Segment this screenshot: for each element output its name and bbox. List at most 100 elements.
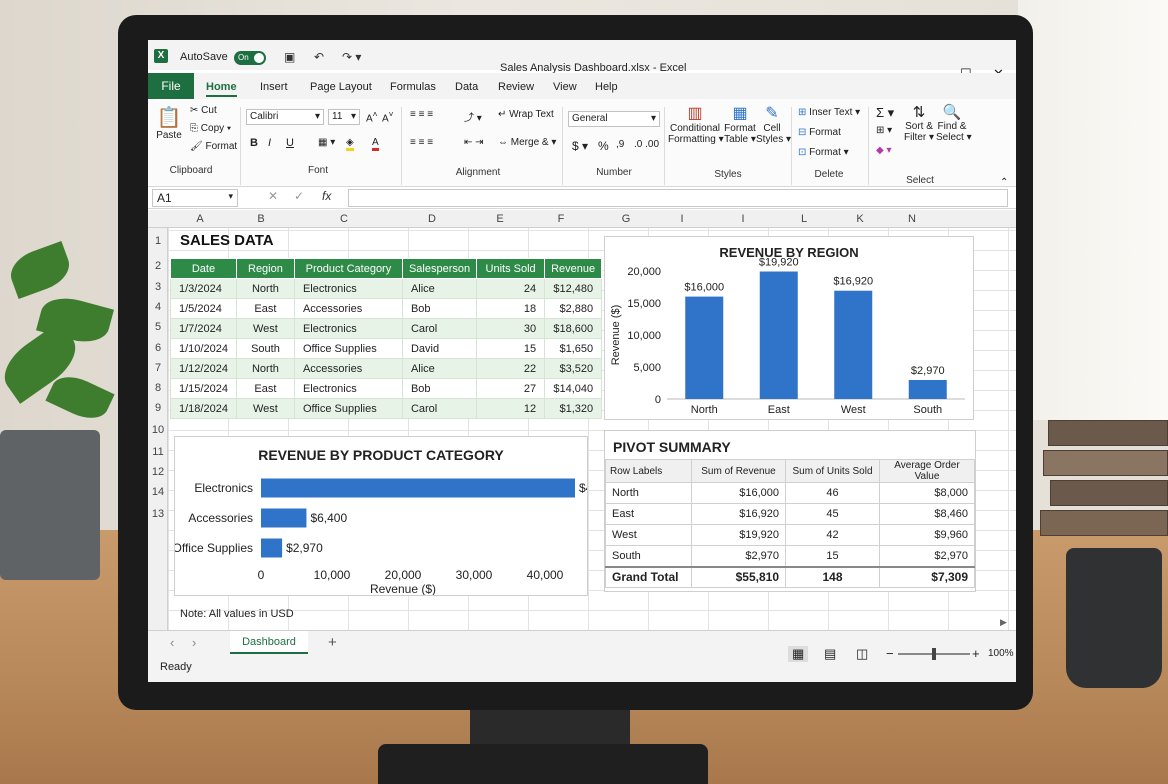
italic-button[interactable]: I xyxy=(268,137,271,149)
table-row[interactable]: 1/7/2024 West Electronics Carol 30 $18,600 xyxy=(170,318,603,339)
row-header[interactable]: 2 xyxy=(148,260,168,272)
align-left-icon[interactable]: ≡ ≡ ≡ xyxy=(410,137,433,148)
cancel-icon[interactable]: ✕ xyxy=(268,189,278,203)
font-name-select[interactable]: Calibri ▾ xyxy=(246,109,324,125)
save-icon[interactable]: ▣ xyxy=(284,50,295,64)
table-cell[interactable]: 1/18/2024 xyxy=(170,398,237,419)
autosum-button[interactable]: Σ ▾ xyxy=(876,105,894,121)
find-select-button[interactable]: 🔍 Find & Select ▾ xyxy=(936,103,972,143)
row-header[interactable]: 5 xyxy=(148,321,168,333)
autosave-toggle[interactable]: On xyxy=(234,51,266,65)
column-header[interactable]: D xyxy=(398,213,466,225)
tab-file[interactable]: File xyxy=(148,73,194,99)
table-row[interactable]: 1/10/2024 South Office Supplies David 15 $1,6… xyxy=(170,338,603,359)
tab-help[interactable]: Help xyxy=(595,81,618,93)
clear-icon[interactable]: ◆ ▾ xyxy=(876,145,892,156)
column-header[interactable]: A xyxy=(168,213,232,225)
table-cell[interactable]: $12,480 xyxy=(544,278,603,299)
percent-button[interactable]: % xyxy=(598,139,609,153)
row-header[interactable]: 13 xyxy=(148,508,168,520)
pivot-row[interactable]: West $19,920 42 $9,960 xyxy=(605,524,975,546)
table-cell[interactable]: Office Supplies xyxy=(293,338,403,359)
name-box[interactable]: A1 ▾ xyxy=(152,189,238,207)
column-header[interactable]: G xyxy=(598,213,654,225)
currency-button[interactable]: $ ▾ xyxy=(572,139,588,153)
pivot-total-row[interactable]: Grand Total $55,810 148 $7,309 xyxy=(605,565,975,588)
wrap-text-button[interactable]: ↵ Wrap Text xyxy=(498,109,554,120)
pivot-cell[interactable]: $2,970 xyxy=(879,545,975,567)
table-cell[interactable]: Electronics xyxy=(293,318,403,339)
table-cell[interactable]: 27 xyxy=(476,378,546,399)
worksheet-grid[interactable]: A B C D E F G I I L K N 1 2 3 4 5 6 7 8 … xyxy=(148,210,1016,630)
tab-data[interactable]: Data xyxy=(455,81,478,93)
table-cell[interactable]: Office Supplies xyxy=(293,398,403,419)
table-cell[interactable]: $2,880 xyxy=(544,298,603,319)
row-header[interactable]: 14 xyxy=(148,486,168,498)
tab-review[interactable]: Review xyxy=(498,81,534,93)
decrease-font-icon[interactable]: A˅ xyxy=(382,109,394,124)
comma-style-icon[interactable]: ,9 xyxy=(616,139,624,150)
column-header[interactable]: N xyxy=(888,213,936,225)
row-header[interactable]: 3 xyxy=(148,281,168,293)
underline-button[interactable]: U xyxy=(286,137,294,149)
merge-button[interactable]: ⇔ Merge & ▾ xyxy=(498,137,556,148)
column-header-salesperson[interactable]: Salesperson xyxy=(401,258,478,279)
sort-filter-button[interactable]: ⇅ Sort & Filter ▾ xyxy=(904,103,934,143)
table-cell[interactable]: West xyxy=(235,318,295,339)
zoom-slider[interactable] xyxy=(898,648,970,660)
column-header-revenue[interactable]: Revenue xyxy=(544,258,603,279)
tab-page-layout[interactable]: Page Layout xyxy=(310,81,372,93)
table-cell[interactable]: East xyxy=(235,298,295,319)
table-cell[interactable]: 1/15/2024 xyxy=(170,378,237,399)
row-header[interactable]: 9 xyxy=(148,402,168,414)
next-sheet-button[interactable]: › xyxy=(192,635,196,650)
table-row[interactable]: 1/12/2024 North Accessories Alice 22 $3,520 xyxy=(170,358,603,379)
pivot-cell[interactable]: $55,810 xyxy=(691,565,786,588)
hscroll-right-icon[interactable]: ▶ xyxy=(1000,617,1007,628)
row-header[interactable]: 11 xyxy=(148,446,168,458)
revenue-by-category-chart[interactable]: REVENUE BY PRODUCT CATEGORY $45,120Elect… xyxy=(174,436,588,596)
row-header[interactable]: 4 xyxy=(148,301,168,313)
page-break-view-icon[interactable]: ◫ xyxy=(856,646,868,662)
table-cell[interactable]: 1/5/2024 xyxy=(170,298,237,319)
paste-button[interactable]: 📋 Paste xyxy=(156,105,182,141)
row-header[interactable]: 6 xyxy=(148,342,168,354)
column-header[interactable]: E xyxy=(466,213,534,225)
prev-sheet-button[interactable]: ‹ xyxy=(170,635,174,650)
table-cell[interactable]: Accessories xyxy=(293,358,403,379)
column-header[interactable]: L xyxy=(776,213,832,225)
table-cell[interactable]: $1,650 xyxy=(544,338,603,359)
orientation-icon[interactable]: ⤴ ▾ xyxy=(464,109,482,124)
zoom-out-button[interactable]: − xyxy=(886,646,894,661)
font-color-icon[interactable]: A xyxy=(372,137,379,151)
increase-font-icon[interactable]: A˄ xyxy=(366,109,378,124)
format-painter-button[interactable]: 🖌 Format xyxy=(190,141,237,152)
pivot-header[interactable]: Sum of Units Sold xyxy=(785,459,880,483)
tab-insert[interactable]: Insert xyxy=(260,81,288,93)
zoom-slider-thumb[interactable] xyxy=(932,648,936,660)
row-header[interactable]: 7 xyxy=(148,362,168,374)
pivot-cell[interactable]: $16,920 xyxy=(691,503,786,525)
row-header[interactable]: 12 xyxy=(148,466,168,478)
tab-home[interactable]: Home xyxy=(206,81,237,97)
fill-color-icon[interactable]: ◈ xyxy=(346,137,354,151)
insert-button[interactable]: ⊞ Inser Text ▾ xyxy=(798,107,860,118)
number-format-select[interactable]: General ▾ xyxy=(568,111,660,127)
row-header[interactable]: 1 xyxy=(148,235,168,247)
table-cell[interactable]: 1/10/2024 xyxy=(170,338,237,359)
conditional-formatting-button[interactable]: ▥ Conditional Formatting ▾ xyxy=(668,103,724,145)
indent-icon[interactable]: ⇤ ⇥ xyxy=(464,137,484,148)
pivot-cell[interactable]: $2,970 xyxy=(691,545,786,567)
table-cell[interactable]: Carol xyxy=(401,398,478,419)
table-cell[interactable]: $3,520 xyxy=(544,358,603,379)
column-header[interactable]: F xyxy=(534,213,588,225)
enter-icon[interactable]: ✓ xyxy=(294,189,304,203)
table-row[interactable]: 1/18/2024 West Office Supplies Carol 12 $1,32… xyxy=(170,398,603,419)
pivot-cell[interactable]: West xyxy=(605,524,692,546)
table-cell[interactable]: $18,600 xyxy=(544,318,603,339)
pivot-header[interactable]: Sum of Revenue xyxy=(691,459,786,483)
decimal-icon[interactable]: .0 .00 xyxy=(634,139,659,150)
table-cell[interactable]: Alice xyxy=(401,358,478,379)
borders-icon[interactable]: ▦ ▾ xyxy=(318,137,335,148)
column-header[interactable]: B xyxy=(232,213,290,225)
